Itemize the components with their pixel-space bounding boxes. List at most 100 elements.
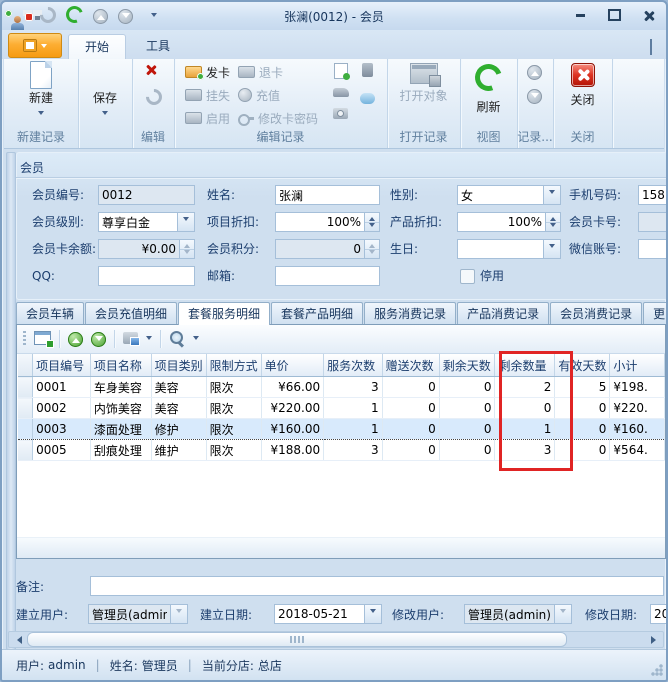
dropdown-icon[interactable] (554, 605, 571, 623)
issue-card-button[interactable]: 发卡 (185, 62, 230, 82)
col-item-name[interactable]: 项目名称 (90, 354, 151, 377)
table-row[interactable]: 0002内饰美容 美容限次 ¥220.001 00 00 ¥220. (18, 398, 665, 419)
calculator-icon[interactable] (362, 63, 373, 80)
points-field[interactable]: 0 (275, 239, 380, 259)
table-row[interactable]: 0001车身美容 美容限次 ¥66.003 00 25 ¥198. (18, 377, 665, 398)
table-row[interactable]: 0005刮痕处理 维护限次 ¥188.003 00 30 ¥564. (18, 440, 665, 461)
previous-record-icon[interactable] (527, 65, 542, 80)
export-icon[interactable] (123, 332, 138, 347)
tab-more-info[interactable]: 更多信息 (643, 302, 668, 325)
table-row-selected[interactable]: 0003漆面处理 修护限次 ¥160.001 00 10 ¥160. (18, 419, 665, 440)
dropdown-icon[interactable] (177, 213, 194, 231)
refresh-icon[interactable] (66, 6, 83, 26)
card-no-field[interactable] (638, 212, 668, 232)
report-icon[interactable] (334, 63, 348, 82)
col-subtotal[interactable]: 小计 (610, 354, 665, 377)
phone-field[interactable]: 158 (638, 185, 668, 205)
app-menu-button[interactable] (8, 33, 62, 58)
modified-date-field[interactable]: 20 (650, 604, 668, 624)
wechat-field[interactable] (638, 239, 668, 259)
remarks-field[interactable] (90, 576, 664, 596)
item-discount-field[interactable]: 100% (275, 212, 380, 232)
dropdown-icon[interactable] (170, 605, 187, 623)
undo-icon[interactable] (40, 7, 56, 26)
email-field[interactable] (275, 266, 380, 286)
export-dropdown-icon[interactable] (146, 332, 152, 346)
tab-tools[interactable]: 工具 (130, 34, 186, 59)
spinner[interactable] (364, 213, 379, 231)
dropdown-icon[interactable] (364, 605, 381, 623)
tab-member-vehicles[interactable]: 会员车辆 (16, 302, 84, 325)
tab-package-service-details[interactable]: 套餐服务明细 (178, 302, 270, 325)
ribbon: 新建 新建记录 保存 编辑 /* recolor edit X to red *… (4, 59, 664, 149)
scroll-left-icon[interactable] (9, 632, 25, 647)
search-dropdown-icon[interactable] (193, 332, 199, 346)
toolbar-grip[interactable] (23, 331, 26, 347)
spinner[interactable] (364, 240, 379, 258)
col-valid-days[interactable]: 有效天数 (555, 354, 610, 377)
balance-field[interactable]: ¥0.00 (98, 239, 195, 259)
spinner[interactable] (179, 240, 194, 258)
return-card-button[interactable]: 退卡 (238, 62, 283, 82)
refresh-button[interactable]: 刷新 (460, 61, 517, 114)
tab-service-consumption[interactable]: 服务消费记录 (364, 302, 456, 325)
open-object-button[interactable]: 打开对象 (387, 61, 460, 103)
col-remaining-qty[interactable]: 剩余数量 (495, 354, 555, 377)
recharge-button[interactable]: 充值 (238, 85, 280, 105)
left-splitter[interactable] (6, 152, 16, 650)
disable-checkbox[interactable] (460, 269, 475, 284)
col-remaining-days[interactable]: 剩余天数 (439, 354, 495, 377)
enable-button[interactable]: 启用 (185, 108, 230, 128)
col-service-count[interactable]: 服务次数 (324, 354, 383, 377)
close-button[interactable]: 关闭 (553, 61, 612, 107)
collapse-ribbon-icon[interactable] (650, 41, 652, 55)
undo-icon[interactable] (146, 89, 162, 108)
move-up-icon[interactable] (68, 332, 83, 347)
report-loss-button[interactable]: 挂失 (185, 85, 230, 105)
camera-icon[interactable] (333, 108, 348, 122)
qat-customize-icon[interactable] (143, 9, 157, 23)
created-by-field[interactable]: 管理员(admin) (88, 604, 188, 624)
col-item-category[interactable]: 项目类别 (151, 354, 206, 377)
new-button[interactable]: 新建 (4, 61, 78, 118)
vehicle-icon[interactable] (333, 86, 349, 100)
modified-by-field[interactable]: 管理员(admin) (464, 604, 572, 624)
dropdown-icon[interactable] (543, 186, 560, 204)
tab-recharge-details[interactable]: 会员充值明细 (85, 302, 177, 325)
tab-start[interactable]: 开始 (68, 34, 126, 60)
search-icon[interactable] (169, 330, 185, 349)
col-gift-count[interactable]: 赠送次数 (382, 354, 439, 377)
gender-field[interactable]: 女 (457, 185, 561, 205)
tab-member-consumption[interactable]: 会员消费记录 (550, 302, 642, 325)
created-date-field[interactable]: 2018-05-21 (274, 604, 382, 624)
col-limit-type[interactable]: 限制方式 (206, 354, 261, 377)
record-up-icon[interactable] (93, 9, 108, 24)
close-window-button[interactable] (640, 8, 656, 22)
scrollbar-thumb[interactable] (27, 632, 567, 647)
record-down-icon[interactable] (118, 9, 133, 24)
dropdown-icon[interactable] (543, 240, 560, 258)
scroll-right-icon[interactable] (647, 632, 663, 647)
spinner[interactable] (545, 213, 560, 231)
remarks-label: 备注: (16, 577, 44, 597)
minimize-button[interactable] (572, 8, 588, 22)
tab-product-consumption[interactable]: 产品消费记录 (457, 302, 549, 325)
resize-grip[interactable] (651, 664, 663, 676)
save-button[interactable]: 保存 (78, 91, 132, 118)
member-no-field[interactable]: 0012 (98, 185, 195, 205)
horizontal-scrollbar[interactable] (8, 631, 664, 648)
maximize-button[interactable] (606, 8, 622, 22)
change-card-password-button[interactable]: 修改卡密码 (238, 108, 318, 128)
move-down-icon[interactable] (91, 332, 106, 347)
message-icon[interactable] (360, 93, 375, 107)
tab-package-product-details[interactable]: 套餐产品明细 (271, 302, 363, 325)
product-discount-field[interactable]: 100% (457, 212, 561, 232)
qq-field[interactable] (98, 266, 195, 286)
name-field[interactable]: 张澜 (275, 185, 380, 205)
add-row-icon[interactable] (34, 331, 51, 348)
birthday-field[interactable] (457, 239, 561, 259)
col-item-no[interactable]: 项目编号 (33, 354, 91, 377)
level-field[interactable]: 尊享白金 (98, 212, 195, 232)
col-unit-price[interactable]: 单价 (261, 354, 324, 377)
next-record-icon[interactable] (527, 89, 542, 104)
